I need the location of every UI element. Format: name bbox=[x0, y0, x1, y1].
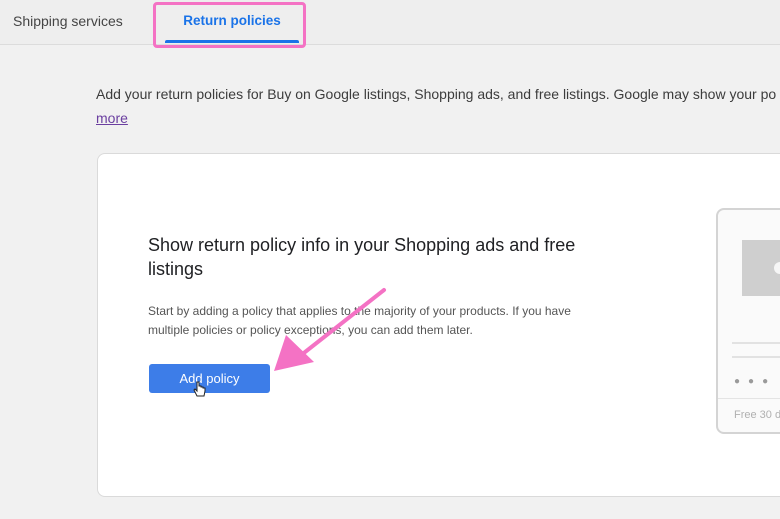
product-image-placeholder bbox=[742, 240, 780, 296]
tab-return-policies-label: Return policies bbox=[183, 13, 281, 28]
return-policies-page: Shipping services Return policies Add yo… bbox=[0, 0, 780, 519]
tab-return-policies[interactable]: Return policies bbox=[161, 0, 303, 43]
card-description: Start by adding a policy that applies to… bbox=[148, 304, 571, 337]
placeholder-line bbox=[732, 342, 780, 344]
image-placeholder-icon bbox=[774, 262, 780, 274]
listing-preview-illustration: ●●● Free 30 d bbox=[716, 208, 780, 434]
tab-bar: Shipping services Return policies bbox=[0, 0, 780, 45]
intro-text: Add your return policies for Buy on Goog… bbox=[96, 86, 777, 102]
tab-shipping-services[interactable]: Shipping services bbox=[13, 0, 123, 43]
free-returns-text: Free 30 d bbox=[734, 409, 780, 421]
placeholder-line bbox=[732, 356, 780, 358]
add-policy-button[interactable]: Add policy bbox=[149, 364, 270, 393]
learn-more-link[interactable]: more bbox=[96, 110, 128, 126]
divider bbox=[718, 398, 780, 399]
rating-dots-icon: ●●● bbox=[734, 376, 777, 387]
return-policy-card: Show return policy info in your Shopping… bbox=[97, 153, 780, 497]
card-title: Show return policy info in your Shopping… bbox=[148, 235, 576, 279]
active-tab-indicator bbox=[165, 40, 299, 43]
